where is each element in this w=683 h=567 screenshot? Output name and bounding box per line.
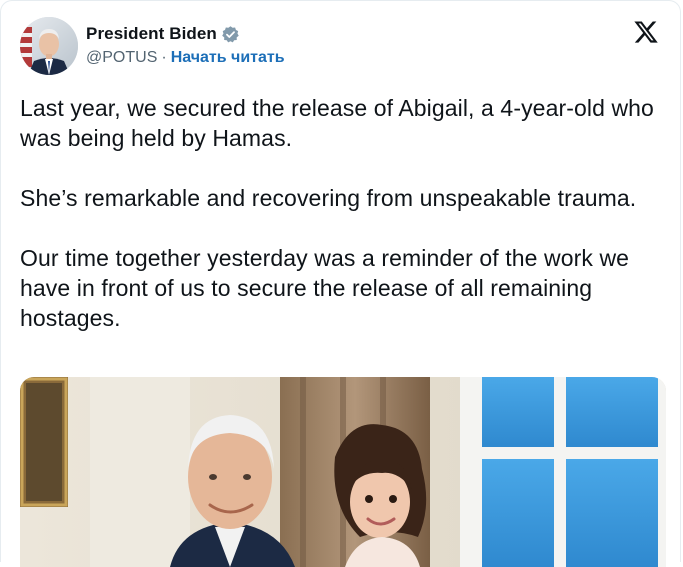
author-info: President Biden @POTUS · Начать читать	[86, 23, 285, 67]
tweet-paragraph: Our time together yesterday was a remind…	[20, 245, 630, 331]
photo-image	[20, 377, 666, 567]
x-logo-icon[interactable]	[633, 19, 659, 45]
verified-badge-icon	[221, 25, 240, 44]
avatar-image	[20, 17, 78, 75]
tweet-paragraph: She’s remarkable and recovering from uns…	[20, 185, 637, 211]
follow-button[interactable]: Начать читать	[171, 49, 285, 67]
author-handle-row: @POTUS · Начать читать	[86, 49, 285, 67]
tweet-header: President Biden @POTUS · Начать читать	[20, 17, 661, 77]
tweet-photo[interactable]	[20, 377, 666, 567]
author-display-name[interactable]: President Biden	[86, 24, 217, 44]
author-name-row: President Biden	[86, 23, 285, 45]
tweet-card: President Biden @POTUS · Начать читать L…	[0, 0, 681, 567]
tweet-paragraph: Last year, we secured the release of Abi…	[20, 95, 654, 151]
handle-separator: ·	[161, 49, 167, 66]
tweet-body: Last year, we secured the release of Abi…	[20, 93, 660, 333]
author-handle[interactable]: @POTUS	[86, 49, 157, 67]
author-avatar[interactable]	[20, 17, 78, 75]
